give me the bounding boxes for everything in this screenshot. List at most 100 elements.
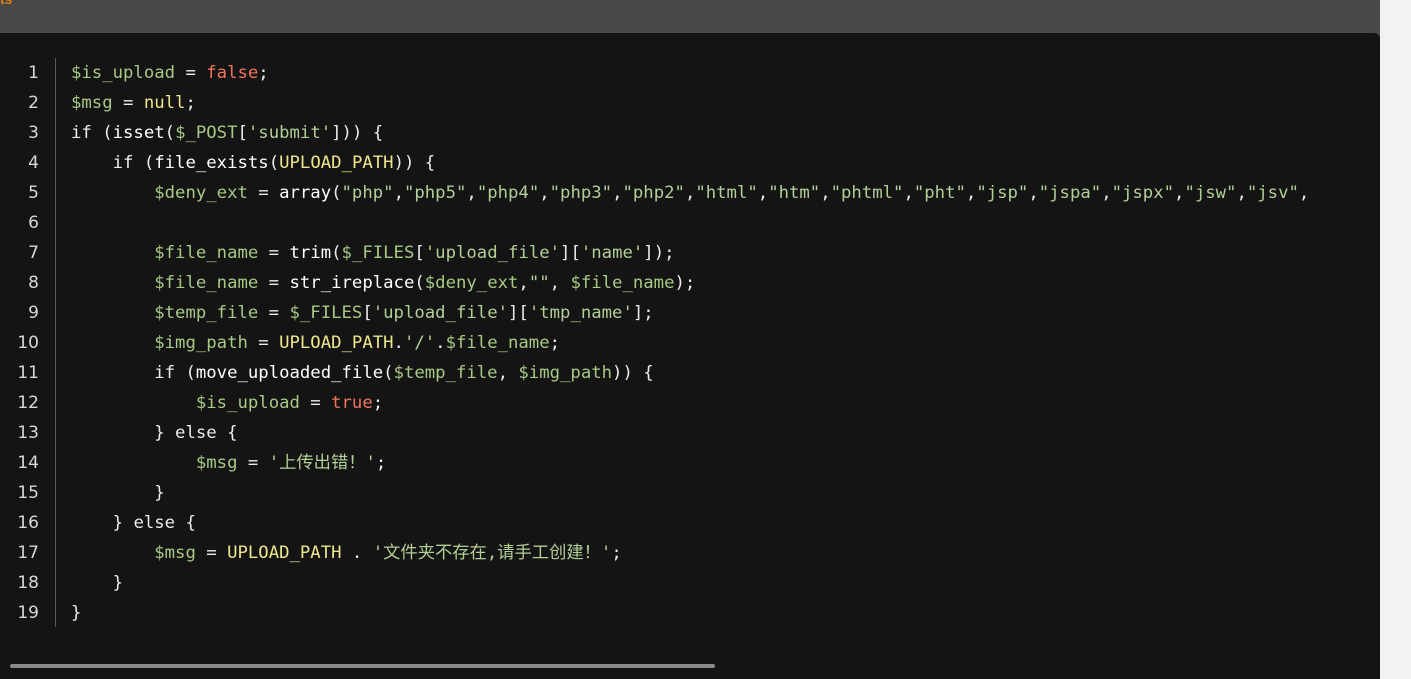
code-token: UPLOAD_PATH [279, 153, 394, 173]
code-token: = [237, 453, 269, 473]
code-token: if [154, 363, 176, 383]
code-token: = [247, 333, 280, 353]
code-token: ( [133, 153, 155, 173]
code-token: . [435, 333, 446, 353]
code-token: , [612, 183, 623, 203]
code-token: move_uploaded_file [195, 363, 384, 383]
code-token: ( [91, 123, 113, 143]
code-block: 1 2 3 4 5 6 7 8 9 10 11 12 13 14 15 16 17 18 19 $is_upload… [0, 33, 1380, 679]
code-token: . [393, 333, 404, 353]
line-number: 18 [17, 573, 39, 593]
code-token: { [175, 513, 196, 533]
code-token: "jspa" [1038, 183, 1102, 203]
line-number: 8 [28, 273, 39, 293]
code-token: } [154, 423, 176, 443]
code-token: { [216, 423, 238, 443]
line-number: 4 [28, 153, 39, 173]
line-number: 14 [17, 453, 39, 473]
code-token: , [1174, 183, 1185, 203]
code-token: , [393, 183, 404, 203]
code-token: $file_name [154, 243, 259, 263]
code-line: $msg = '上传出错！'; [71, 448, 386, 478]
code-token: $_POST [175, 123, 238, 143]
code-token: } [112, 513, 134, 533]
code-token: $img_path [154, 333, 248, 353]
code-line: if (isset($_POST['submit'])) { [71, 118, 383, 148]
code-token: , [1298, 183, 1310, 203]
line-number: 12 [17, 393, 39, 413]
code-token: = [258, 303, 290, 323]
code-token: , [1236, 183, 1247, 203]
line-number: 2 [28, 93, 39, 113]
code-line: if (move_uploaded_file($temp_file, $img_… [71, 358, 654, 388]
code-token: } [71, 603, 82, 623]
code-token: , [518, 273, 529, 293]
line-number: 6 [28, 213, 39, 233]
code-token: str_ireplace [289, 273, 415, 293]
code-token: , [757, 183, 769, 203]
code-token: , [820, 183, 831, 203]
scrollbar-thumb[interactable] [10, 664, 715, 668]
horizontal-scrollbar[interactable] [0, 664, 1380, 679]
code-token: ][ [508, 303, 529, 323]
code-token: "php5" [403, 183, 467, 203]
code-token: , [1028, 183, 1039, 203]
code-token: UPLOAD_PATH [227, 543, 342, 563]
code-token: $temp_file [154, 303, 259, 323]
code-token: , [1101, 183, 1112, 203]
code-token: $temp_file [393, 363, 498, 383]
code-token: ; [375, 453, 387, 473]
code-token: "jsw" [1184, 183, 1237, 203]
code-token: . [341, 543, 373, 563]
line-number: 3 [28, 123, 39, 143]
code-token: "" [528, 273, 550, 293]
code-token: "jsp" [976, 183, 1029, 203]
code-token: = [299, 393, 332, 413]
code-token: isset [112, 123, 165, 143]
line-number: 13 [17, 423, 39, 443]
line-number: 10 [17, 333, 39, 353]
code-token: ( [175, 363, 196, 383]
code-token: , [903, 183, 914, 203]
code-line: $img_path = UPLOAD_PATH.'/'.$file_name; [71, 328, 560, 358]
code-token: ])) { [331, 123, 384, 143]
code-line: if (file_exists(UPLOAD_PATH)) { [71, 148, 436, 178]
page-right-margin [1380, 0, 1411, 679]
code-token: } [112, 573, 124, 593]
section-title-partial: ts [0, 0, 12, 7]
code-token: [ [414, 243, 425, 263]
code-token: )) { [393, 153, 436, 173]
code-line: $temp_file = $_FILES['upload_file']['tmp… [71, 298, 653, 328]
code-token: = [175, 63, 207, 83]
code-token: ; [185, 93, 196, 113]
code-token: $msg [195, 453, 238, 473]
code-line: $msg = null; [71, 88, 196, 118]
line-number: 19 [17, 603, 39, 623]
code-token: ; [258, 63, 269, 83]
code-line: $is_upload = true; [71, 388, 383, 418]
line-number: 15 [17, 483, 39, 503]
code-token: else [133, 513, 176, 533]
code-token: ]); [643, 243, 675, 263]
code-token: )) { [612, 363, 654, 383]
code-token: $msg [154, 543, 196, 563]
code-line: } [71, 598, 81, 628]
code-token: $file_name [570, 273, 675, 293]
code-token: null [143, 93, 186, 113]
code-token: [ [237, 123, 248, 143]
line-number: 7 [28, 243, 39, 263]
code-line: $deny_ext = array("php","php5","php4","p… [71, 178, 1309, 208]
code-token: file_exists [154, 153, 269, 173]
code-token: } [154, 483, 165, 503]
code-token: '文件夹不存在,请手工创建！' [372, 543, 612, 563]
